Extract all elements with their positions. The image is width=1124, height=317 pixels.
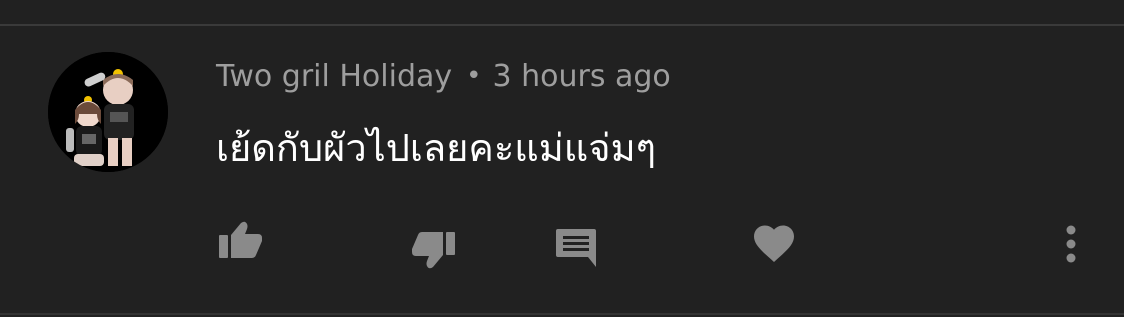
- comment-icon: [556, 229, 596, 267]
- bottom-divider: [0, 313, 1124, 315]
- avatar[interactable]: [48, 52, 168, 172]
- comment-meta: Two gril Holiday • 3 hours ago: [216, 54, 671, 98]
- top-divider: [0, 24, 1124, 26]
- comment-card: Two gril Holiday • 3 hours ago เย้ดกับผั…: [0, 0, 1124, 317]
- heart-icon: [754, 225, 794, 262]
- heart-button[interactable]: [750, 222, 798, 266]
- thumbs-up-icon: [219, 221, 262, 258]
- reply-button[interactable]: [552, 224, 600, 270]
- thumbs-down-icon: [412, 232, 455, 269]
- meta-separator: •: [466, 61, 482, 91]
- comment-body: เย้ดกับผัวไปเลยคะแม่แจ่มๆ: [216, 126, 657, 170]
- like-button[interactable]: [214, 218, 266, 262]
- more-button[interactable]: [1056, 222, 1086, 266]
- more-vertical-icon: [1066, 225, 1076, 263]
- dislike-button[interactable]: [408, 228, 460, 272]
- author-name[interactable]: Two gril Holiday: [216, 59, 452, 94]
- avatar-image: [48, 52, 168, 172]
- comment-timestamp[interactable]: 3 hours ago: [492, 59, 670, 94]
